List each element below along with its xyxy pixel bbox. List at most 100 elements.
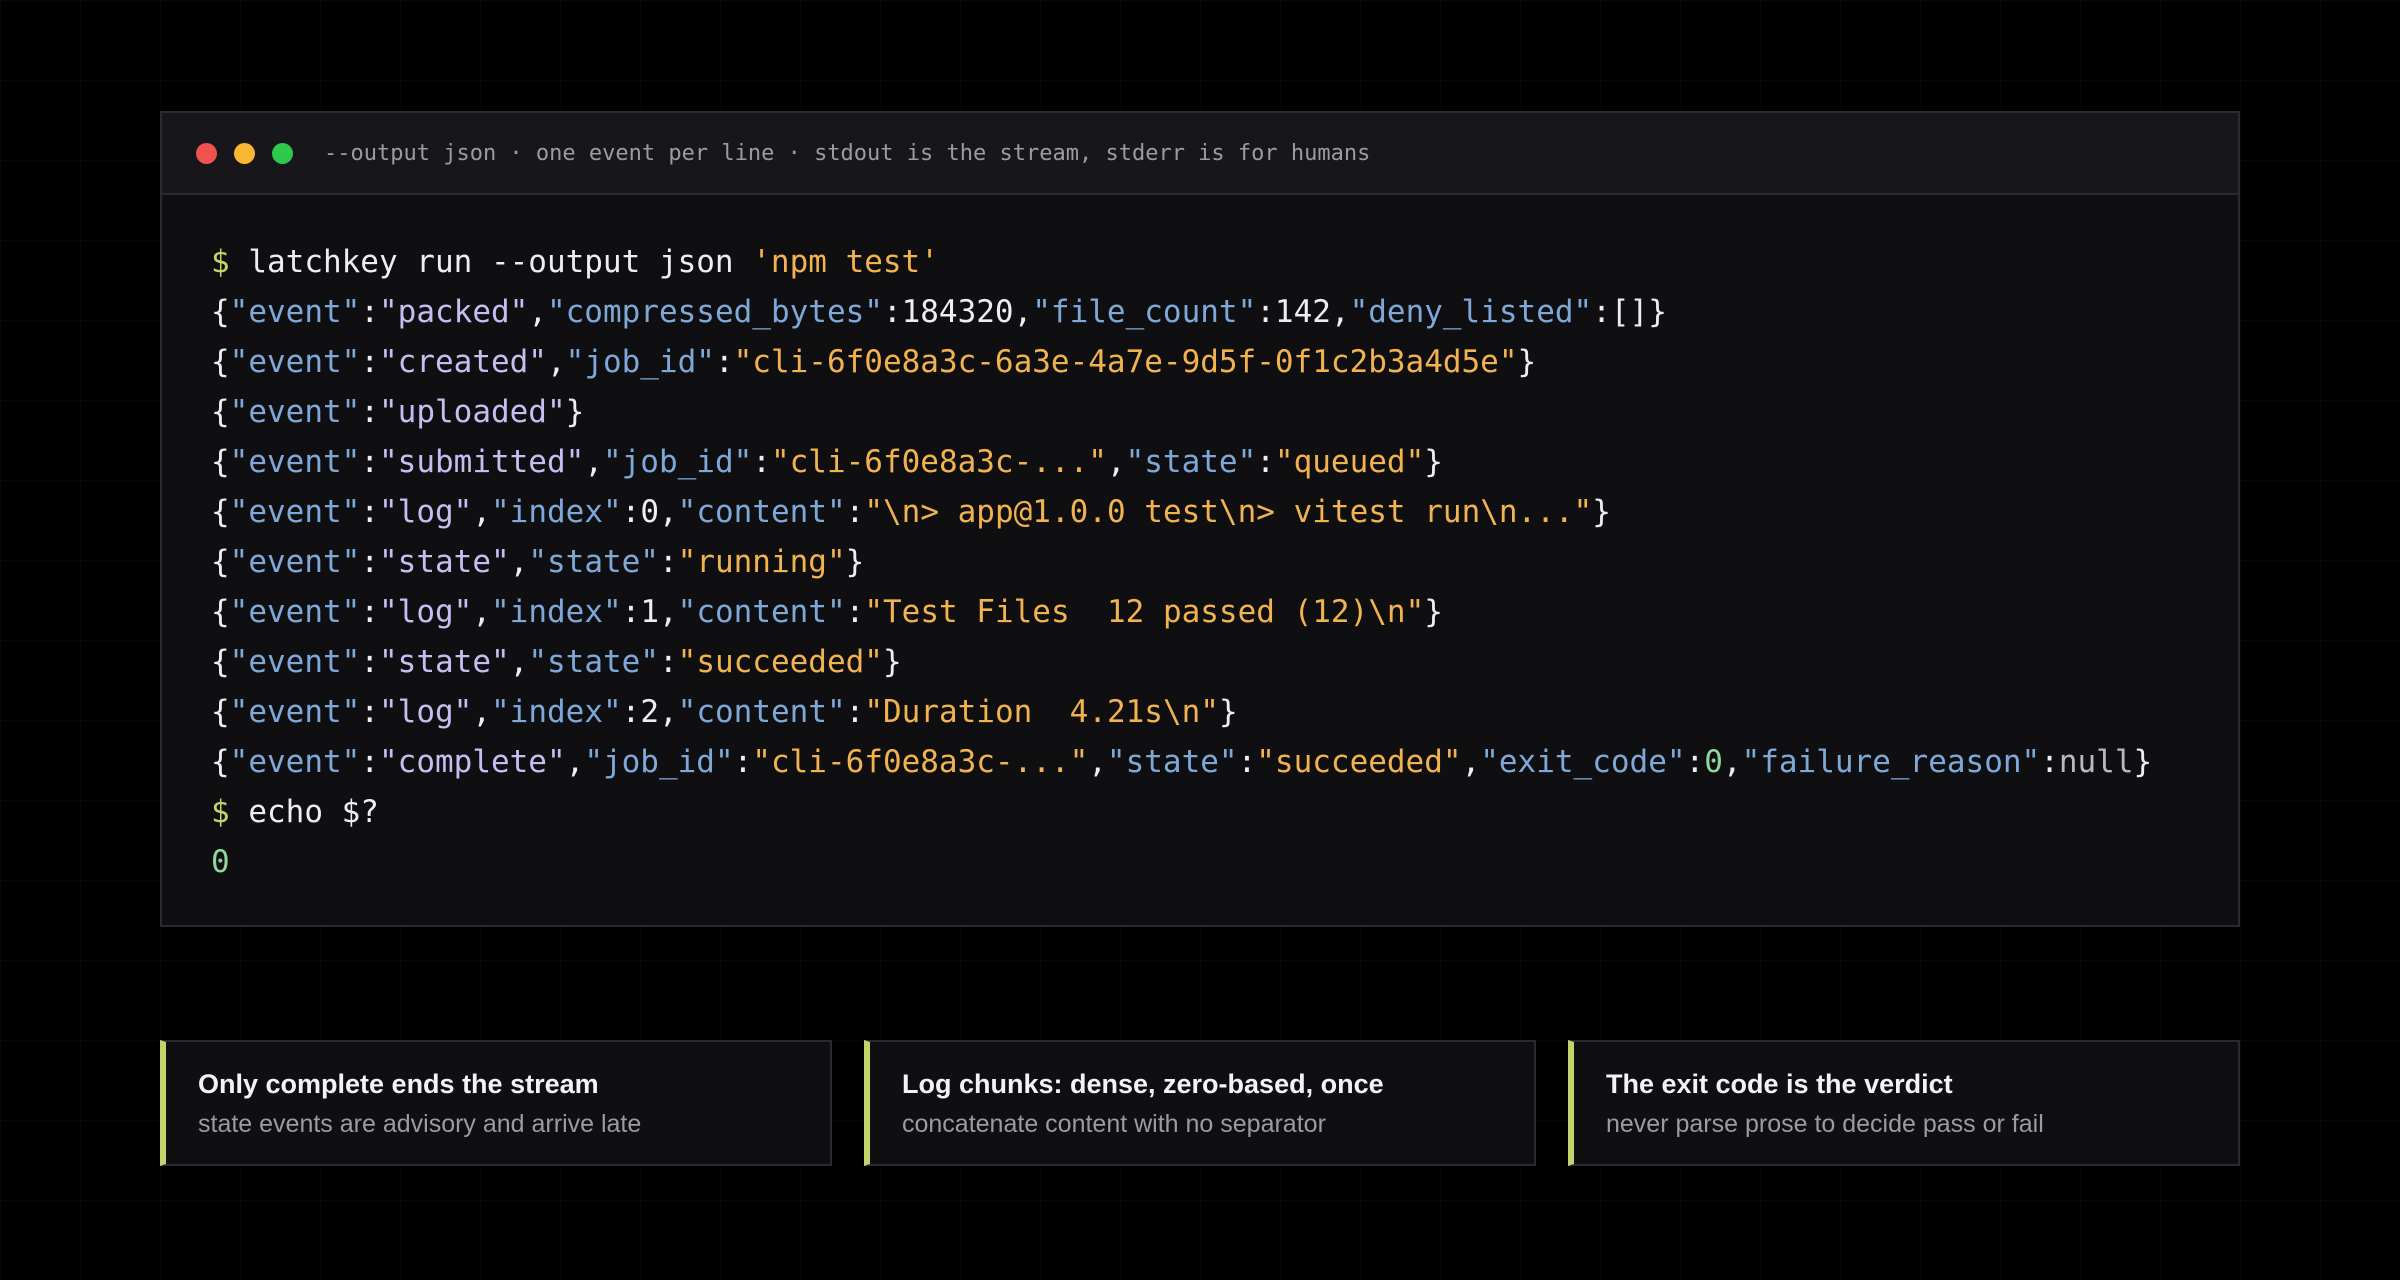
token-punct: : bbox=[360, 544, 379, 580]
token-punct: : bbox=[360, 444, 379, 480]
token-key: "state" bbox=[528, 544, 659, 580]
token-punct: : bbox=[1237, 744, 1257, 780]
token-punct: } bbox=[1424, 444, 1443, 480]
note-title: Only complete ends the stream bbox=[198, 1069, 599, 1099]
token-punct: , bbox=[528, 294, 547, 330]
token-punct: : bbox=[2040, 744, 2059, 780]
token-event_value: "complete" bbox=[379, 744, 566, 780]
token-punct: : bbox=[360, 494, 379, 530]
terminal-line: $ latchkey run --output json 'npm test' bbox=[211, 237, 2238, 287]
token-punct: { bbox=[211, 694, 230, 730]
token-punct: : bbox=[360, 394, 379, 430]
token-key: "content" bbox=[677, 594, 846, 630]
token-punct: , bbox=[565, 744, 585, 780]
terminal-window: --output json · one event per line · std… bbox=[160, 111, 2240, 927]
close-window-icon[interactable] bbox=[196, 142, 217, 164]
token-string: "cli-6f0e8a3c-6a3e-4a7e-9d5f-0f1c2b3a4d5… bbox=[733, 344, 1518, 380]
token-punct: : bbox=[360, 744, 379, 780]
token-punct: : bbox=[621, 494, 641, 530]
token-string: "succeeded" bbox=[677, 644, 883, 680]
token-key: "event" bbox=[229, 294, 361, 330]
token-number: 0 bbox=[640, 494, 659, 530]
terminal-titlebar: --output json · one event per line · std… bbox=[162, 113, 2238, 195]
token-punct: , bbox=[1106, 444, 1126, 480]
token-punct: { bbox=[211, 394, 230, 430]
token-punct: : bbox=[845, 694, 865, 730]
token-key: "exit_code" bbox=[1480, 744, 1686, 780]
token-punct: : bbox=[621, 594, 641, 630]
note-card-exit-code: The exit code is the verdict never parse… bbox=[1568, 1040, 2240, 1166]
note-title: Log chunks: dense, zero-based, once bbox=[902, 1069, 1384, 1099]
token-key: "event" bbox=[229, 544, 361, 580]
token-key: "event" bbox=[229, 444, 361, 480]
token-punct: { bbox=[211, 344, 230, 380]
token-key: "job_id" bbox=[602, 444, 753, 480]
token-punct: , bbox=[584, 444, 603, 480]
terminal-line: {"event":"packed","compressed_bytes":184… bbox=[211, 287, 2238, 337]
token-key: "event" bbox=[229, 394, 361, 430]
token-string: "queued" bbox=[1274, 444, 1425, 480]
token-punct: : bbox=[658, 544, 678, 580]
token-punct: : bbox=[360, 594, 379, 630]
token-punct: : bbox=[752, 444, 771, 480]
terminal-line: 0 bbox=[211, 837, 2238, 887]
token-string: "Test Files 12 passed (12)\n" bbox=[864, 594, 1425, 630]
token-key: "event" bbox=[229, 644, 361, 680]
token-punct: : bbox=[621, 694, 641, 730]
note-subtitle: concatenate content with no separator bbox=[902, 1110, 1326, 1138]
token-punct: , bbox=[1461, 744, 1481, 780]
token-punct: : bbox=[845, 594, 865, 630]
token-event_value: "uploaded" bbox=[379, 394, 566, 430]
token-key: "event" bbox=[229, 594, 361, 630]
token-key: "file_count" bbox=[1032, 294, 1257, 330]
token-punct: } bbox=[845, 544, 865, 580]
terminal-line: {"event":"log","index":0,"content":"\n> … bbox=[211, 487, 2238, 537]
token-punct: : bbox=[1256, 294, 1275, 330]
token-prompt: $ bbox=[211, 794, 249, 830]
token-number: 142 bbox=[1274, 294, 1331, 330]
token-punct: : bbox=[658, 644, 678, 680]
terminal-output[interactable]: $ latchkey run --output json 'npm test'{… bbox=[162, 195, 2238, 887]
token-event_value: "log" bbox=[379, 694, 473, 730]
token-punct: , bbox=[659, 594, 678, 630]
token-punct: , bbox=[472, 694, 491, 730]
token-punct: : bbox=[360, 344, 379, 380]
token-punct: , bbox=[659, 694, 678, 730]
terminal-line: {"event":"complete","job_id":"cli-6f0e8a… bbox=[211, 737, 2238, 787]
token-punct: , bbox=[659, 494, 678, 530]
token-punct: : bbox=[1685, 744, 1705, 780]
minimize-window-icon[interactable] bbox=[234, 142, 255, 164]
token-key: "job_id" bbox=[584, 744, 734, 780]
token-string: "cli-6f0e8a3c-..." bbox=[752, 744, 1089, 780]
token-key: "compressed_bytes" bbox=[546, 294, 883, 330]
terminal-line: {"event":"created","job_id":"cli-6f0e8a3… bbox=[211, 337, 2238, 387]
token-key: "state" bbox=[528, 644, 659, 680]
token-null: null bbox=[2058, 744, 2134, 780]
token-key: "event" bbox=[229, 694, 361, 730]
terminal-line: {"event":"state","state":"succeeded"} bbox=[211, 637, 2238, 687]
token-string: "Duration 4.21s\n" bbox=[864, 694, 1219, 730]
token-event_value: "log" bbox=[379, 494, 473, 530]
token-punct: } bbox=[565, 394, 585, 430]
token-punct: { bbox=[211, 544, 230, 580]
terminal-title: --output json · one event per line · std… bbox=[324, 140, 1371, 166]
token-number: 184320 bbox=[901, 294, 1014, 330]
token-punct: : bbox=[714, 344, 734, 380]
token-punct: , bbox=[509, 544, 529, 580]
terminal-line: {"event":"log","index":1,"content":"Test… bbox=[211, 587, 2238, 637]
token-key: "state" bbox=[1106, 744, 1238, 780]
token-key: "content" bbox=[677, 494, 846, 530]
token-key: "index" bbox=[491, 594, 622, 630]
token-punct: :[]} bbox=[1592, 294, 1667, 330]
note-subtitle: never parse prose to decide pass or fail bbox=[1606, 1110, 2044, 1138]
token-punct: : bbox=[845, 494, 865, 530]
token-event_value: "submitted" bbox=[379, 444, 585, 480]
token-punct: : bbox=[360, 294, 379, 330]
token-key: "state" bbox=[1125, 444, 1257, 480]
maximize-window-icon[interactable] bbox=[272, 142, 293, 164]
token-key: "event" bbox=[229, 344, 361, 380]
token-zero: 0 bbox=[211, 844, 230, 880]
terminal-line: {"event":"log","index":2,"content":"Dura… bbox=[211, 687, 2238, 737]
token-command: echo $? bbox=[248, 794, 379, 830]
terminal-line: {"event":"uploaded"} bbox=[211, 387, 2238, 437]
